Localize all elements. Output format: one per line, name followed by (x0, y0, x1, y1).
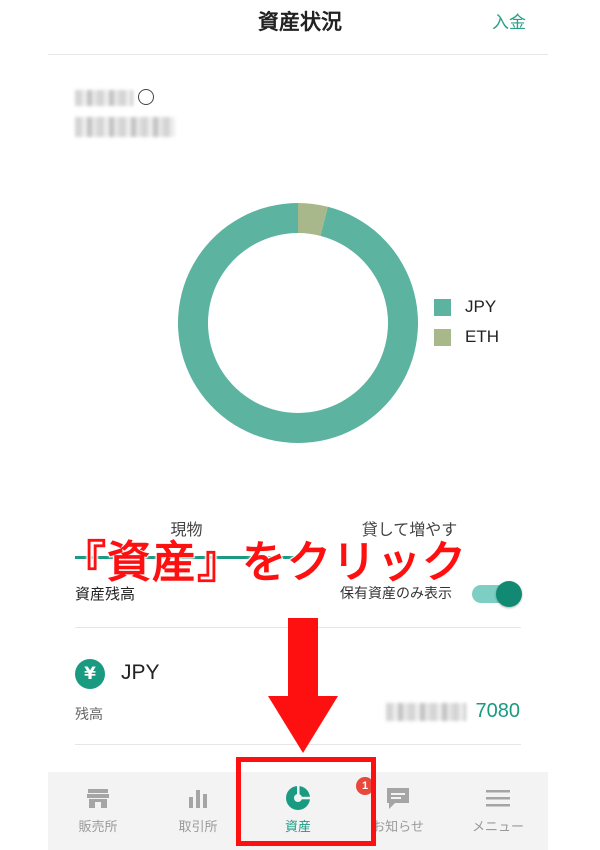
asset-name[interactable]: JPY (121, 661, 160, 685)
donut-svg (178, 203, 419, 443)
legend-label-eth: ETH (465, 327, 499, 346)
chart-legend: JPY ETH (434, 292, 499, 352)
header-divider (48, 54, 548, 55)
legend-item-eth: ETH (434, 322, 499, 352)
toggle-thumb (496, 581, 522, 607)
balance-label: 残高 (75, 707, 103, 723)
nav-label-exchange: 取引所 (178, 820, 218, 835)
legend-item-jpy: JPY (434, 292, 499, 322)
instruction-caption: 『資産』をクリック (61, 536, 467, 589)
total-assets-value-obscured (75, 117, 175, 137)
deposit-button[interactable]: 入金 (492, 8, 526, 33)
holdings-only-toggle[interactable] (472, 581, 522, 607)
info-icon[interactable] (138, 89, 154, 105)
message-icon (387, 788, 409, 809)
legend-swatch-eth (434, 328, 451, 346)
store-icon (87, 789, 109, 808)
balance-value-obscured (386, 703, 466, 721)
nav-label-store: 販売所 (78, 820, 118, 835)
asset-donut-chart (178, 203, 419, 443)
hamburger-menu-icon (486, 790, 510, 807)
bar-chart-icon (189, 790, 207, 808)
legend-swatch-jpy (434, 298, 451, 316)
nav-item-store[interactable]: 販売所 (48, 772, 148, 850)
nav-item-exchange[interactable]: 取引所 (148, 772, 248, 850)
assets-tab-highlight (236, 757, 376, 846)
nav-item-menu[interactable]: メニュー (448, 772, 548, 850)
yen-icon: ¥ (75, 659, 105, 689)
balance-value: 7080 (475, 700, 521, 722)
app-header: 資産状況 入金 (0, 0, 600, 52)
down-arrow-icon (268, 618, 338, 753)
total-assets-label-obscured (75, 90, 133, 106)
legend-label-jpy: JPY (465, 297, 497, 316)
nav-label-menu: メニュー (471, 820, 524, 835)
donut-slice-jpy (178, 203, 419, 443)
